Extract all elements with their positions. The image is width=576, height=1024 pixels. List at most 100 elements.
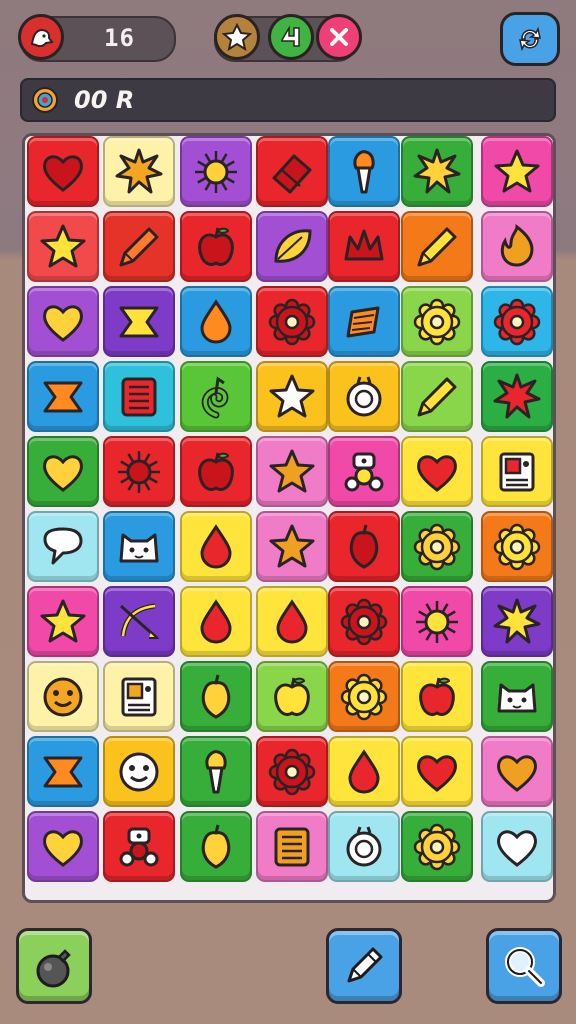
tile-r4-c6[interactable] (401, 361, 473, 432)
close-icon[interactable] (316, 14, 362, 60)
tile-r9-c1[interactable] (27, 736, 99, 807)
tile-r10-c1[interactable] (27, 811, 99, 882)
pencil-button[interactable] (326, 928, 402, 1004)
tile-r8-c4[interactable] (256, 661, 328, 732)
tile-r3-c2[interactable] (103, 286, 175, 357)
tile-r6-c5[interactable] (328, 511, 400, 582)
pencil-icon (417, 377, 457, 416)
tile-r1-c4[interactable] (256, 136, 328, 207)
tile-r7-c3[interactable] (180, 586, 252, 657)
tile-r5-c3[interactable] (180, 436, 252, 507)
star-coin-icon[interactable] (214, 14, 260, 60)
tile-r4-c2[interactable] (103, 361, 175, 432)
burst-icon (413, 148, 461, 193)
tile-r8-c7[interactable] (481, 661, 553, 732)
apple-icon (419, 677, 455, 716)
tile-r10-c7[interactable] (481, 811, 553, 882)
tile-r3-c4[interactable] (256, 286, 328, 357)
tile-r4-c3[interactable] (180, 361, 252, 432)
gear-icon (493, 523, 541, 570)
burst-icon (115, 148, 163, 193)
tile-r6-c3[interactable] (180, 511, 252, 582)
tile-r10-c5[interactable] (328, 811, 400, 882)
tile-r3-c5[interactable] (328, 286, 400, 357)
star-icon (494, 149, 540, 192)
level-badge-icon[interactable] (18, 14, 64, 60)
tile-r9-c2[interactable] (103, 736, 175, 807)
tile-r7-c5[interactable] (328, 586, 400, 657)
tile-r6-c7[interactable] (481, 511, 553, 582)
tile-r4-c1[interactable] (27, 361, 99, 432)
tile-r9-c3[interactable] (180, 736, 252, 807)
leaf-icon (274, 228, 312, 263)
tile-r2-c2[interactable] (103, 211, 175, 282)
tile-r5-c7[interactable] (481, 436, 553, 507)
tile-r8-c5[interactable] (328, 661, 400, 732)
tile-r6-c6[interactable] (401, 511, 473, 582)
tile-r4-c5[interactable] (328, 361, 400, 432)
tile-r7-c2[interactable] (103, 586, 175, 657)
tile-r10-c4[interactable] (256, 811, 328, 882)
fruit-icon (201, 824, 231, 869)
tile-r6-c4[interactable] (256, 511, 328, 582)
tile-r10-c6[interactable] (401, 811, 473, 882)
tile-r1-c5[interactable] (328, 136, 400, 207)
tile-r1-c7[interactable] (481, 136, 553, 207)
tile-r8-c1[interactable] (27, 661, 99, 732)
drop-icon (348, 748, 380, 794)
tile-r2-c4[interactable] (256, 211, 328, 282)
tile-r3-c6[interactable] (401, 286, 473, 357)
tile-r5-c5[interactable] (328, 436, 400, 507)
tile-r5-c4[interactable] (256, 436, 328, 507)
tile-r4-c4[interactable] (256, 361, 328, 432)
tile-r4-c7[interactable] (481, 361, 553, 432)
drop-icon (200, 598, 232, 644)
star-icon (269, 374, 315, 417)
heart-icon (43, 454, 83, 492)
tile-r10-c3[interactable] (180, 811, 252, 882)
tile-r2-c3[interactable] (180, 211, 252, 282)
tile-r7-c1[interactable] (27, 586, 99, 657)
tile-r7-c7[interactable] (481, 586, 553, 657)
tile-r9-c5[interactable] (328, 736, 400, 807)
tile-r2-c7[interactable] (481, 211, 553, 282)
tile-r3-c3[interactable] (180, 286, 252, 357)
tile-r8-c2[interactable] (103, 661, 175, 732)
tile-r8-c6[interactable] (401, 661, 473, 732)
tile-r3-c1[interactable] (27, 286, 99, 357)
apple-icon (274, 677, 310, 716)
tile-r3-c7[interactable] (481, 286, 553, 357)
refresh-icon[interactable] (500, 12, 560, 66)
apple-icon (198, 452, 234, 491)
tile-r5-c2[interactable] (103, 436, 175, 507)
search-button[interactable] (486, 928, 562, 1004)
tile-r7-c6[interactable] (401, 586, 473, 657)
tile-r6-c1[interactable] (27, 511, 99, 582)
star-icon (40, 599, 86, 642)
gear-icon (340, 598, 388, 645)
tile-r10-c2[interactable] (103, 811, 175, 882)
tile-r8-c3[interactable] (180, 661, 252, 732)
gear-icon (268, 748, 316, 795)
tile-r2-c1[interactable] (27, 211, 99, 282)
tile-r2-c5[interactable] (328, 211, 400, 282)
tile-r9-c7[interactable] (481, 736, 553, 807)
tile-r1-c2[interactable] (103, 136, 175, 207)
tile-r2-c6[interactable] (401, 211, 473, 282)
tile-r9-c6[interactable] (401, 736, 473, 807)
tile-r1-c6[interactable] (401, 136, 473, 207)
tile-r1-c1[interactable] (27, 136, 99, 207)
cat-icon (497, 683, 537, 712)
tile-r9-c4[interactable] (256, 736, 328, 807)
flame-icon (500, 223, 534, 267)
sun-icon (416, 600, 458, 643)
boost-icon[interactable] (268, 14, 314, 60)
bow-icon (120, 603, 160, 639)
flag-icon (119, 306, 159, 337)
tile-r1-c3[interactable] (180, 136, 252, 207)
tile-r6-c2[interactable] (103, 511, 175, 582)
tile-r7-c4[interactable] (256, 586, 328, 657)
bomb-button[interactable] (16, 928, 92, 1004)
tile-r5-c6[interactable] (401, 436, 473, 507)
tile-r5-c1[interactable] (27, 436, 99, 507)
